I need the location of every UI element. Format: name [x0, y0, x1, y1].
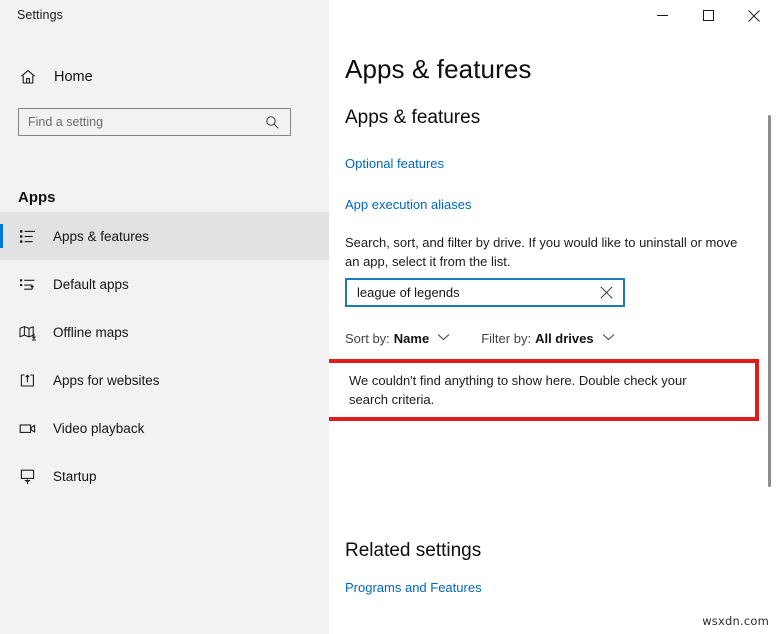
selection-indicator [0, 224, 3, 248]
section-title: Apps & features [345, 107, 480, 129]
sidebar-item-label: Apps for websites [53, 373, 160, 388]
sidebar-item-label: Startup [53, 469, 97, 484]
sidebar-nav-list: Apps & features Default apps [0, 212, 329, 500]
chevron-down-icon [437, 328, 450, 346]
close-icon [748, 10, 760, 22]
app-list-filter-box[interactable] [345, 278, 625, 307]
content-scrollbar[interactable] [763, 32, 777, 634]
page-title: Apps & features [345, 54, 532, 85]
monitor-startup-icon [16, 465, 38, 487]
sidebar-item-default-apps[interactable]: Default apps [0, 260, 329, 308]
search-icon [265, 115, 280, 130]
navigation-pane: Home Apps [0, 32, 329, 634]
settings-window: Settings [0, 0, 777, 634]
programs-and-features-link[interactable]: Programs and Features [345, 580, 482, 595]
app-search-input[interactable] [347, 280, 589, 305]
list-bullets-icon [16, 225, 38, 247]
search-input[interactable] [19, 109, 256, 135]
maximize-icon [703, 10, 714, 21]
window-title: Settings [17, 8, 63, 22]
sort-by-label: Sort by: [345, 331, 390, 346]
empty-results-message: We couldn't find anything to show here. … [349, 371, 729, 409]
sidebar-home-label: Home [54, 69, 93, 85]
optional-features-link[interactable]: Optional features [345, 156, 444, 171]
filter-by-dropdown[interactable]: Filter by: All drives [481, 330, 614, 348]
sidebar-item-apps-for-websites[interactable]: Apps for websites [0, 356, 329, 404]
minimize-button[interactable] [639, 0, 685, 31]
sidebar-item-label: Default apps [53, 277, 129, 292]
sidebar-item-home[interactable]: Home [0, 58, 329, 96]
watermark: wsxdn.com [702, 614, 769, 628]
app-website-icon [16, 369, 38, 391]
filter-by-value: All drives [535, 331, 594, 346]
sidebar-group-title: Apps [18, 189, 56, 206]
sort-by-dropdown[interactable]: Sort by: Name [345, 330, 450, 348]
sidebar-item-video-playback[interactable]: Video playback [0, 404, 329, 452]
empty-results-highlight-box: We couldn't find anything to show here. … [329, 359, 759, 421]
filter-by-label: Filter by: [481, 331, 531, 346]
clear-search-button[interactable] [589, 280, 623, 305]
sidebar-item-startup[interactable]: Startup [0, 452, 329, 500]
section-description: Search, sort, and filter by drive. If yo… [345, 233, 742, 271]
close-icon [600, 286, 613, 299]
chevron-down-icon [602, 328, 615, 346]
sidebar-item-offline-maps[interactable]: Offline maps [0, 308, 329, 356]
sidebar-item-label: Apps & features [53, 229, 149, 244]
sidebar-item-apps-and-features[interactable]: Apps & features [0, 212, 329, 260]
sort-filter-row: Sort by: Name Filter by: All drives [345, 330, 615, 348]
close-button[interactable] [731, 0, 777, 31]
home-icon [18, 67, 38, 87]
sidebar-item-label: Offline maps [53, 325, 129, 340]
title-bar: Settings [0, 0, 777, 32]
sidebar-search-box[interactable] [18, 108, 291, 136]
list-default-icon [16, 273, 38, 295]
app-execution-aliases-link[interactable]: App execution aliases [345, 197, 471, 212]
maximize-button[interactable] [685, 0, 731, 31]
video-camera-icon [16, 417, 38, 439]
map-download-icon [16, 321, 38, 343]
scrollbar-thumb[interactable] [768, 115, 771, 487]
main-content-pane: Apps & features Apps & features Optional… [329, 32, 777, 634]
search-button[interactable] [256, 109, 288, 135]
sidebar-item-label: Video playback [53, 421, 144, 436]
minimize-icon [657, 10, 668, 21]
sort-by-value: Name [394, 331, 429, 346]
related-settings-title: Related settings [345, 540, 481, 562]
